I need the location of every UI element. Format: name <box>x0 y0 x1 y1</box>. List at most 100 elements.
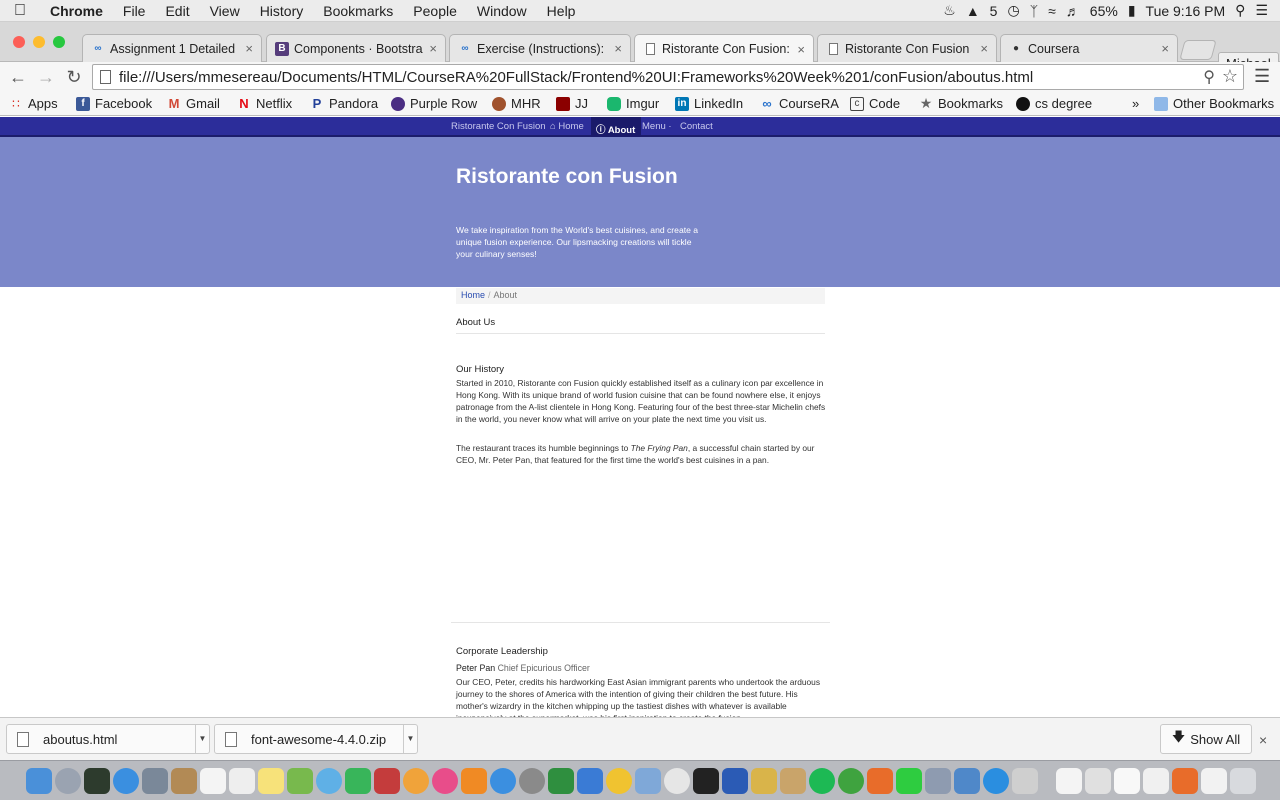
bookmark-pandora[interactable]: P Pandora <box>310 96 379 111</box>
itunes-icon[interactable] <box>432 768 458 794</box>
photo-booth-icon[interactable] <box>374 768 400 794</box>
bookmark-cs-degree[interactable]: cs degree <box>1016 96 1092 111</box>
safari-icon[interactable] <box>113 768 139 794</box>
bookmark-purple-row[interactable]: Purple Row <box>391 96 477 111</box>
wifi-icon[interactable]: ≈ <box>1048 3 1056 19</box>
new-tab-button[interactable] <box>1179 40 1217 60</box>
bell-icon[interactable]: ♨ <box>943 2 956 19</box>
reload-icon[interactable]: ↻ <box>63 66 85 88</box>
nav-home[interactable]: ⌂ Home <box>550 121 584 132</box>
photos-icon[interactable] <box>403 768 429 794</box>
search-icon[interactable]: ⚲ <box>1203 67 1215 87</box>
spotify-icon[interactable] <box>809 768 835 794</box>
notes-icon[interactable] <box>229 768 255 794</box>
url-text[interactable]: file:///Users/mmesereau/Documents/HTML/C… <box>119 69 1033 86</box>
close-icon[interactable]: × <box>245 41 253 56</box>
bookmark-netflix[interactable]: N Netflix <box>237 96 292 111</box>
tab-bootstrap[interactable]: B Components · Bootstrap × <box>266 34 446 62</box>
bookmark-bookmarks[interactable]: ★ Bookmarks <box>919 95 1003 111</box>
chrome-icon[interactable] <box>664 768 690 794</box>
preview-icon[interactable] <box>635 768 661 794</box>
green-app-icon[interactable] <box>896 768 922 794</box>
close-icon[interactable]: × <box>1259 732 1267 748</box>
download-item[interactable]: font-awesome-4.4.0.zip ▼ <box>214 724 418 754</box>
xcode-icon[interactable] <box>954 768 980 794</box>
scanner-icon[interactable] <box>1012 768 1038 794</box>
word-icon[interactable] <box>722 768 748 794</box>
matlab-icon[interactable] <box>867 768 893 794</box>
close-icon[interactable]: × <box>980 41 988 56</box>
download-item[interactable]: aboutus.html ▼ <box>6 724 210 754</box>
close-icon[interactable]: × <box>614 41 622 56</box>
menu-file[interactable]: File <box>113 3 156 19</box>
breadcrumb-home-link[interactable]: Home <box>461 290 485 300</box>
bookmark-gmail[interactable]: M Gmail <box>167 96 220 111</box>
hamburger-menu-icon[interactable]: ☰ <box>1254 66 1270 87</box>
menu-edit[interactable]: Edit <box>155 3 199 19</box>
nav-about[interactable]: ⓘ About <box>591 117 642 137</box>
chevron-down-icon[interactable]: ▼ <box>195 725 209 753</box>
address-bar[interactable]: file:///Users/mmesereau/Documents/HTML/C… <box>92 64 1244 90</box>
finder-icon[interactable] <box>26 768 52 794</box>
bookmarks-overflow-button[interactable]: » <box>1132 96 1139 111</box>
nav-brand[interactable]: Ristorante Con Fusion <box>451 121 546 132</box>
launchpad-icon[interactable] <box>55 768 81 794</box>
messages-icon[interactable] <box>316 768 342 794</box>
document-icon[interactable] <box>1143 768 1169 794</box>
people-icon[interactable] <box>577 768 603 794</box>
document-icon[interactable] <box>1085 768 1111 794</box>
battery-icon[interactable]: ▮ <box>1128 2 1136 19</box>
nav-menu[interactable]: Menu · <box>642 121 672 132</box>
document-icon[interactable] <box>1056 768 1082 794</box>
bookmark-coursera[interactable]: ∞ CourseRA <box>760 96 839 111</box>
bookmark-jj[interactable]: JJ <box>556 96 588 111</box>
maps-icon[interactable] <box>287 768 313 794</box>
document-icon[interactable] <box>1201 768 1227 794</box>
menu-people[interactable]: People <box>403 3 467 19</box>
network-icon[interactable] <box>983 768 1009 794</box>
notification-center-icon[interactable]: ☰ <box>1255 2 1268 19</box>
document-icon[interactable] <box>1114 768 1140 794</box>
mission-control-icon[interactable] <box>84 768 110 794</box>
tab-exercise[interactable]: ∞ Exercise (Instructions): N × <box>449 34 631 62</box>
adobe-icon[interactable]: ▲ <box>966 3 980 19</box>
system-preferences-icon[interactable] <box>519 768 545 794</box>
back-arrow-icon[interactable]: ← <box>7 66 29 88</box>
menu-view[interactable]: View <box>200 3 250 19</box>
weather-icon[interactable] <box>751 768 777 794</box>
menu-help[interactable]: Help <box>537 3 586 19</box>
app-store-icon[interactable] <box>490 768 516 794</box>
volume-icon[interactable]: ♬ <box>1066 3 1080 19</box>
star-icon[interactable]: ☆ <box>1222 66 1238 87</box>
bookmark-mhr[interactable]: MHR <box>492 96 541 111</box>
trash-icon[interactable] <box>1230 768 1256 794</box>
utility-icon[interactable] <box>925 768 951 794</box>
bookmark-code[interactable]: c Code <box>850 96 900 111</box>
close-icon[interactable]: × <box>429 41 437 56</box>
menu-window[interactable]: Window <box>467 3 537 19</box>
bookmark-imgur[interactable]: Imgur <box>607 96 659 111</box>
contacts-icon[interactable] <box>171 768 197 794</box>
excel-icon[interactable] <box>548 768 574 794</box>
bookmark-apps[interactable]: ∷ Apps <box>9 96 57 111</box>
battery-percent[interactable]: 65% <box>1090 3 1118 19</box>
menu-bookmarks[interactable]: Bookmarks <box>313 3 403 19</box>
calendar-icon[interactable] <box>200 768 226 794</box>
matlab-icon[interactable] <box>1172 768 1198 794</box>
minimize-window-button[interactable] <box>33 36 45 48</box>
close-icon[interactable]: × <box>797 42 805 57</box>
mail-icon[interactable] <box>142 768 168 794</box>
facetime-icon[interactable] <box>345 768 371 794</box>
forward-arrow-icon[interactable]: → <box>35 66 57 88</box>
tab-assignment[interactable]: ∞ Assignment 1 Detailed In × <box>82 34 262 62</box>
menu-history[interactable]: History <box>250 3 314 19</box>
close-window-button[interactable] <box>13 36 25 48</box>
zoom-window-button[interactable] <box>53 36 65 48</box>
nav-contact[interactable]: Contact <box>680 121 713 132</box>
bookmark-facebook[interactable]: f Facebook <box>76 96 152 111</box>
tab-ristorante-about[interactable]: Ristorante Con Fusion: A × <box>634 34 814 63</box>
bluetooth-icon[interactable]: ᛉ <box>1030 3 1038 19</box>
time-machine-icon[interactable]: ◷ <box>1007 2 1019 19</box>
outlook-icon[interactable] <box>606 768 632 794</box>
utorrent-icon[interactable] <box>838 768 864 794</box>
